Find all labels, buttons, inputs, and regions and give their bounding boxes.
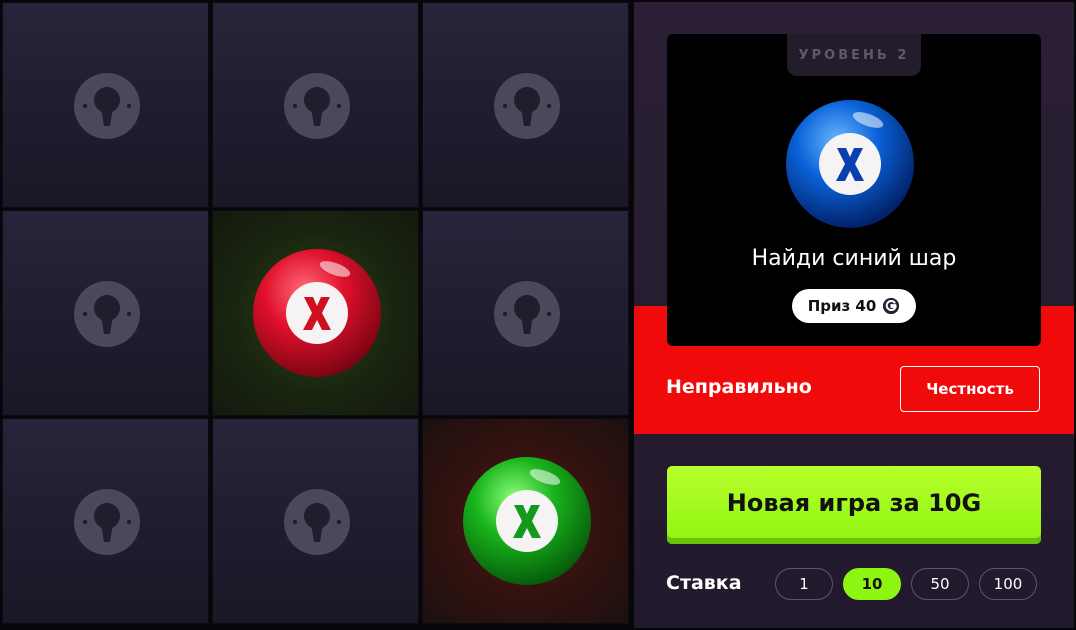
- keyhole-lock-icon: [284, 73, 350, 139]
- grid-cell-1[interactable]: [2, 2, 209, 208]
- g-coin-icon: [883, 297, 900, 315]
- grid-cell-5[interactable]: [212, 210, 419, 416]
- grid-cell-4[interactable]: [2, 210, 209, 416]
- keyhole-lock-icon: [74, 73, 140, 139]
- grid-cell-9[interactable]: [422, 418, 629, 624]
- grid-cell-3[interactable]: [422, 2, 629, 208]
- stake-options: 1 10 50 100: [775, 568, 1037, 600]
- keyhole-lock-icon: [494, 281, 560, 347]
- grid-cell-6[interactable]: [422, 210, 629, 416]
- prize-label: Приз 40: [807, 297, 877, 315]
- keyhole-lock-icon: [284, 489, 350, 555]
- target-ball-blue: [786, 100, 914, 228]
- keyhole-lock-icon: [494, 73, 560, 139]
- grid-cell-2[interactable]: [212, 2, 419, 208]
- red-ball: [253, 249, 381, 377]
- stake-option-100[interactable]: 100: [979, 568, 1037, 600]
- stake-option-1[interactable]: 1: [775, 568, 833, 600]
- stake-label: Ставка: [666, 572, 742, 594]
- game-frame: УРОВЕНЬ 2 Найди синий шар Приз 40 Неправ…: [0, 0, 1076, 630]
- prize-badge: Приз 40: [792, 289, 916, 323]
- grid-cell-8[interactable]: [212, 418, 419, 624]
- fairness-button[interactable]: Честность: [900, 366, 1040, 412]
- side-panel: УРОВЕНЬ 2 Найди синий шар Приз 40 Неправ…: [634, 2, 1074, 628]
- keyhole-lock-icon: [74, 489, 140, 555]
- stake-option-10[interactable]: 10: [843, 568, 901, 600]
- level-label: УРОВЕНЬ 2: [787, 34, 921, 76]
- result-status: Неправильно: [666, 376, 812, 398]
- green-ball: [463, 457, 591, 585]
- stake-option-50[interactable]: 50: [911, 568, 969, 600]
- level-card: УРОВЕНЬ 2 Найди синий шар Приз 40: [667, 34, 1041, 346]
- game-grid: [2, 2, 632, 628]
- grid-cell-7[interactable]: [2, 418, 209, 624]
- keyhole-lock-icon: [74, 281, 140, 347]
- task-text: Найди синий шар: [751, 246, 957, 271]
- new-game-button[interactable]: Новая игра за 10G: [667, 466, 1041, 544]
